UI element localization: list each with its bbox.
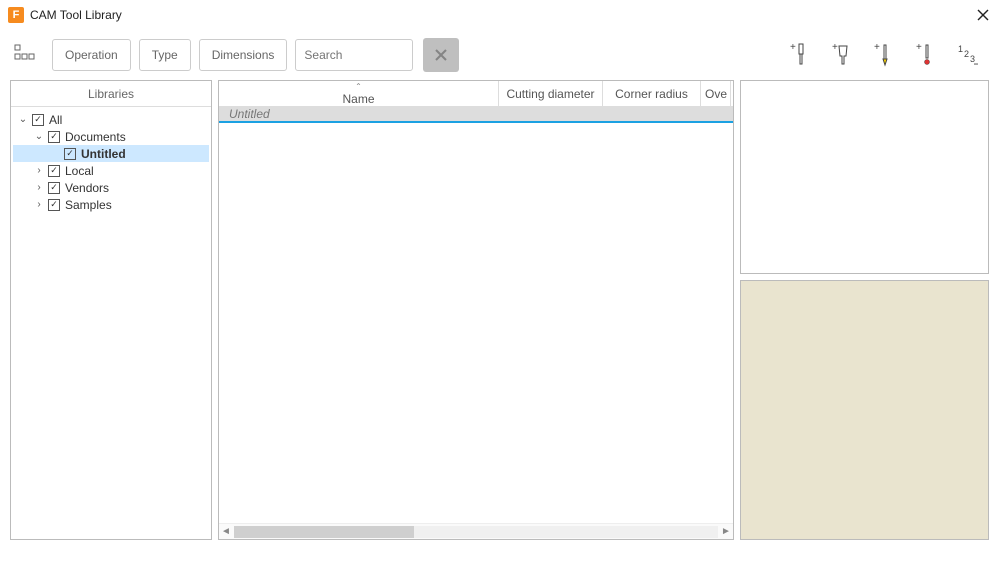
horizontal-scrollbar[interactable]: ◄ ►	[219, 523, 733, 539]
column-label: Name	[342, 92, 374, 106]
tree-item-samples[interactable]: › Samples	[13, 196, 209, 213]
tool-grid-panel: ⌃ Name Cutting diameter Corner radius Ov…	[218, 80, 734, 540]
new-holder-button[interactable]: +	[831, 42, 853, 68]
titlebar: F CAM Tool Library	[0, 0, 1001, 30]
libraries-tree: ⌄ All ⌄ Documents Untitled › Local ›	[11, 107, 211, 217]
checkbox-icon[interactable]	[48, 131, 60, 143]
expand-icon[interactable]: ›	[33, 165, 45, 176]
new-probe-button[interactable]: +	[915, 42, 937, 68]
collapse-icon[interactable]: ⌄	[33, 131, 45, 142]
filter-type-button[interactable]: Type	[139, 39, 191, 71]
renumber-tools-button[interactable]: 1 2 3	[957, 42, 979, 68]
libraries-header: Libraries	[11, 81, 211, 107]
expand-icon[interactable]: ›	[33, 199, 45, 210]
new-milling-tool-button[interactable]: +	[789, 42, 811, 68]
scroll-right-icon[interactable]: ►	[719, 526, 733, 537]
column-label: Corner radius	[615, 87, 688, 101]
tree-item-all[interactable]: ⌄ All	[13, 111, 209, 128]
column-cutting-diameter[interactable]: Cutting diameter	[499, 81, 603, 106]
x-icon	[435, 49, 447, 61]
tool-preview-panel	[740, 280, 989, 540]
checkbox-icon[interactable]	[32, 114, 44, 126]
tool-details-panel	[740, 80, 989, 274]
svg-text:+: +	[874, 42, 880, 53]
checkbox-icon[interactable]	[48, 165, 60, 177]
tree-label: Documents	[65, 130, 126, 144]
renumber-icon: 1 2 3	[957, 42, 979, 68]
expand-icon[interactable]: ›	[33, 182, 45, 193]
svg-text:3: 3	[970, 54, 975, 64]
sort-asc-icon: ⌃	[355, 82, 362, 91]
svg-text:+: +	[790, 42, 796, 53]
turning-tool-icon: +	[873, 42, 895, 68]
svg-text:+: +	[832, 42, 838, 53]
group-row[interactable]: Untitled	[219, 107, 733, 123]
main-content: Libraries ⌄ All ⌄ Documents Untitled › L…	[0, 80, 1001, 570]
scroll-thumb[interactable]	[234, 526, 414, 538]
column-label: Ove	[705, 87, 727, 101]
tree-item-untitled[interactable]: Untitled	[13, 145, 209, 162]
holder-icon: +	[831, 42, 853, 68]
checkbox-icon[interactable]	[48, 182, 60, 194]
filter-operation-button[interactable]: Operation	[52, 39, 131, 71]
tree-item-vendors[interactable]: › Vendors	[13, 179, 209, 196]
svg-text:1: 1	[958, 44, 963, 54]
probe-icon: +	[915, 42, 937, 68]
view-grid-button[interactable]	[14, 44, 36, 66]
app-icon: F	[8, 7, 24, 23]
toolbar: Operation Type Dimensions + + +	[0, 30, 1001, 80]
column-label: Cutting diameter	[506, 87, 594, 101]
tree-label: All	[49, 113, 62, 127]
tree-item-documents[interactable]: ⌄ Documents	[13, 128, 209, 145]
close-icon	[977, 9, 989, 21]
tree-label: Local	[65, 164, 94, 178]
tree-item-local[interactable]: › Local	[13, 162, 209, 179]
new-turning-tool-button[interactable]: +	[873, 42, 895, 68]
tree-label: Untitled	[81, 147, 126, 161]
grid-icon	[14, 44, 36, 66]
spacer-icon	[49, 148, 61, 159]
scroll-track[interactable]	[234, 526, 718, 538]
tree-label: Samples	[65, 198, 112, 212]
scroll-left-icon[interactable]: ◄	[219, 526, 233, 537]
search-input[interactable]	[295, 39, 413, 71]
close-button[interactable]	[971, 4, 995, 26]
checkbox-icon[interactable]	[64, 148, 76, 160]
new-tool-icons: + + + + 1	[789, 42, 979, 68]
grid-body: Untitled	[219, 107, 733, 523]
milling-tool-icon: +	[789, 42, 811, 68]
collapse-icon[interactable]: ⌄	[17, 114, 29, 125]
clear-search-button[interactable]	[423, 38, 459, 72]
window-title: CAM Tool Library	[30, 8, 122, 22]
column-name[interactable]: ⌃ Name	[219, 81, 499, 106]
column-corner-radius[interactable]: Corner radius	[603, 81, 701, 106]
filter-dimensions-button[interactable]: Dimensions	[199, 39, 288, 71]
libraries-panel: Libraries ⌄ All ⌄ Documents Untitled › L…	[10, 80, 212, 540]
column-overall[interactable]: Ove	[701, 81, 731, 106]
svg-text:2: 2	[964, 49, 969, 59]
checkbox-icon[interactable]	[48, 199, 60, 211]
group-label: Untitled	[229, 107, 270, 121]
right-column	[740, 80, 989, 570]
tree-label: Vendors	[65, 181, 109, 195]
column-headers: ⌃ Name Cutting diameter Corner radius Ov…	[219, 81, 733, 107]
svg-text:+: +	[916, 42, 922, 53]
